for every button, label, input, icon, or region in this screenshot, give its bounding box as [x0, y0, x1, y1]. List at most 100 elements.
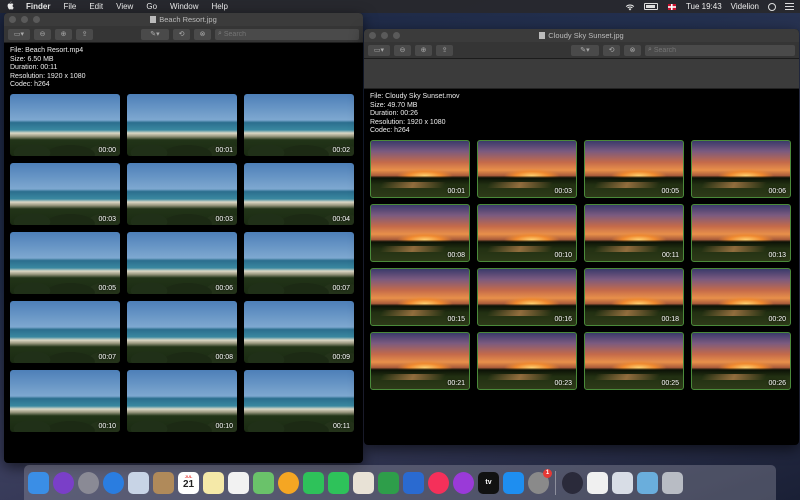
video-thumbnail[interactable]: 00:07 — [244, 231, 354, 294]
notification-center-icon[interactable] — [785, 3, 794, 10]
annotate-button[interactable]: ⊗ — [194, 28, 211, 40]
sidebar-toggle-button[interactable]: ▭▾ — [8, 28, 30, 40]
video-thumbnail[interactable]: 00:13 — [691, 203, 791, 262]
close-button[interactable] — [9, 16, 16, 23]
search-input[interactable] — [653, 46, 795, 54]
user-name[interactable]: Videlion — [731, 2, 759, 11]
video-thumbnail[interactable]: 00:00 — [10, 93, 120, 156]
video-thumbnail[interactable]: 00:23 — [477, 331, 577, 390]
photos-icon[interactable] — [278, 471, 299, 494]
minimize-button[interactable] — [381, 32, 388, 39]
wifi-icon[interactable] — [625, 3, 635, 11]
siri-icon[interactable] — [53, 471, 74, 494]
video-thumbnail[interactable]: 00:05 — [10, 231, 120, 294]
annotate-button[interactable]: ⊗ — [624, 44, 641, 56]
video-thumbnail[interactable]: 00:25 — [584, 331, 684, 390]
menu-help[interactable]: Help — [211, 2, 227, 11]
share-button[interactable]: ⇪ — [76, 28, 93, 40]
share-button[interactable]: ⇪ — [436, 44, 453, 56]
flag-icon[interactable] — [667, 3, 677, 11]
video-thumbnail[interactable]: 00:10 — [477, 203, 577, 262]
close-button[interactable] — [369, 32, 376, 39]
rotate-button[interactable]: ⟲ — [173, 28, 190, 40]
video-thumbnail[interactable]: 00:04 — [244, 162, 354, 225]
video-thumbnail[interactable]: 00:11 — [244, 369, 354, 432]
zoom-out-button[interactable]: ⊖ — [394, 44, 411, 56]
video-thumbnail[interactable]: 00:11 — [584, 203, 684, 262]
video-thumbnail[interactable]: 00:20 — [691, 267, 791, 326]
launchpad-icon[interactable] — [78, 471, 99, 494]
preview-icon[interactable] — [612, 471, 633, 494]
rotate-button[interactable]: ⟲ — [603, 44, 620, 56]
video-thumbnail[interactable]: 00:18 — [584, 267, 684, 326]
messages-icon[interactable] — [303, 471, 324, 494]
video-thumbnail[interactable]: 00:06 — [127, 231, 237, 294]
keynote-icon[interactable] — [403, 471, 424, 494]
document-icon — [150, 16, 157, 23]
app-store-icon[interactable] — [503, 471, 524, 494]
quicktime-icon[interactable] — [562, 471, 583, 494]
textedit-icon[interactable] — [587, 471, 608, 494]
sidebar-toggle-button[interactable]: ▭▾ — [368, 44, 390, 56]
keynote-doc-icon[interactable] — [353, 471, 374, 494]
video-thumbnail[interactable]: 00:08 — [127, 300, 237, 363]
video-thumbnail[interactable]: 00:10 — [10, 369, 120, 432]
video-thumbnail[interactable]: 00:09 — [244, 300, 354, 363]
video-thumbnail[interactable]: 00:07 — [10, 300, 120, 363]
calendar-icon[interactable]: JUL 21 — [178, 471, 199, 494]
menu-go[interactable]: Go — [146, 2, 157, 11]
menu-window[interactable]: Window — [170, 2, 198, 11]
video-thumbnail[interactable]: 00:03 — [477, 139, 577, 198]
info-duration: Duration: 00:11 — [10, 64, 58, 71]
zoom-in-button[interactable]: ⊕ — [55, 28, 72, 40]
zoom-button[interactable] — [393, 32, 400, 39]
downloads-folder-icon[interactable] — [637, 471, 658, 494]
spotlight-icon[interactable] — [768, 2, 776, 11]
search-input[interactable] — [223, 30, 359, 38]
video-thumbnail[interactable]: 00:15 — [370, 267, 470, 326]
music-icon[interactable] — [428, 471, 449, 494]
reminders-icon[interactable] — [228, 471, 249, 494]
contacts-icon[interactable] — [153, 471, 174, 494]
trash-icon[interactable] — [662, 471, 683, 494]
video-thumbnail[interactable]: 00:05 — [584, 139, 684, 198]
battery-icon[interactable] — [643, 3, 658, 10]
video-thumbnail[interactable]: 00:01 — [370, 139, 470, 198]
apple-menu-icon[interactable] — [6, 1, 14, 12]
menu-file[interactable]: File — [63, 2, 76, 11]
tv-icon[interactable]: tv — [478, 471, 499, 494]
safari-icon[interactable] — [103, 471, 124, 494]
markup-button[interactable]: ✎▾ — [141, 28, 169, 40]
facetime-icon[interactable] — [328, 471, 349, 494]
video-thumbnail[interactable]: 00:03 — [10, 162, 120, 225]
notes-icon[interactable] — [203, 471, 224, 494]
menu-edit[interactable]: Edit — [89, 2, 103, 11]
menu-finder[interactable]: Finder — [26, 2, 50, 11]
mail-stamp-icon[interactable] — [128, 471, 149, 494]
menu-view[interactable]: View — [116, 2, 133, 11]
video-thumbnail[interactable]: 00:16 — [477, 267, 577, 326]
titlebar[interactable]: Cloudy Sky Sunset.jpg — [364, 29, 799, 42]
zoom-out-button[interactable]: ⊖ — [34, 28, 51, 40]
video-thumbnail[interactable]: 00:10 — [127, 369, 237, 432]
clock[interactable]: Tue 19:43 — [686, 2, 722, 11]
search-field[interactable]: ⌕ — [645, 44, 795, 56]
video-thumbnail[interactable]: 00:08 — [370, 203, 470, 262]
podcasts-icon[interactable] — [453, 471, 474, 494]
maps-icon[interactable] — [253, 471, 274, 494]
finder-icon[interactable] — [28, 471, 49, 494]
numbers-icon[interactable] — [378, 471, 399, 494]
search-field[interactable]: ⌕ — [215, 28, 359, 40]
titlebar[interactable]: Beach Resort.jpg — [4, 13, 363, 26]
zoom-button[interactable] — [33, 16, 40, 23]
video-thumbnail[interactable]: 00:02 — [244, 93, 354, 156]
video-thumbnail[interactable]: 00:26 — [691, 331, 791, 390]
zoom-in-button[interactable]: ⊕ — [415, 44, 432, 56]
minimize-button[interactable] — [21, 16, 28, 23]
video-thumbnail[interactable]: 00:03 — [127, 162, 237, 225]
markup-button[interactable]: ✎▾ — [571, 44, 599, 56]
video-thumbnail[interactable]: 00:06 — [691, 139, 791, 198]
video-thumbnail[interactable]: 00:21 — [370, 331, 470, 390]
system-preferences-icon[interactable]: 1 — [528, 468, 552, 494]
video-thumbnail[interactable]: 00:01 — [127, 93, 237, 156]
